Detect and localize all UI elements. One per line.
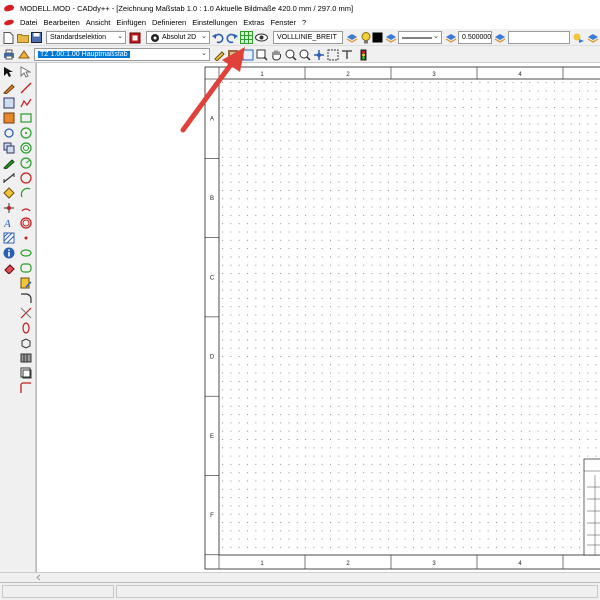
annotation-arrow xyxy=(180,47,245,133)
